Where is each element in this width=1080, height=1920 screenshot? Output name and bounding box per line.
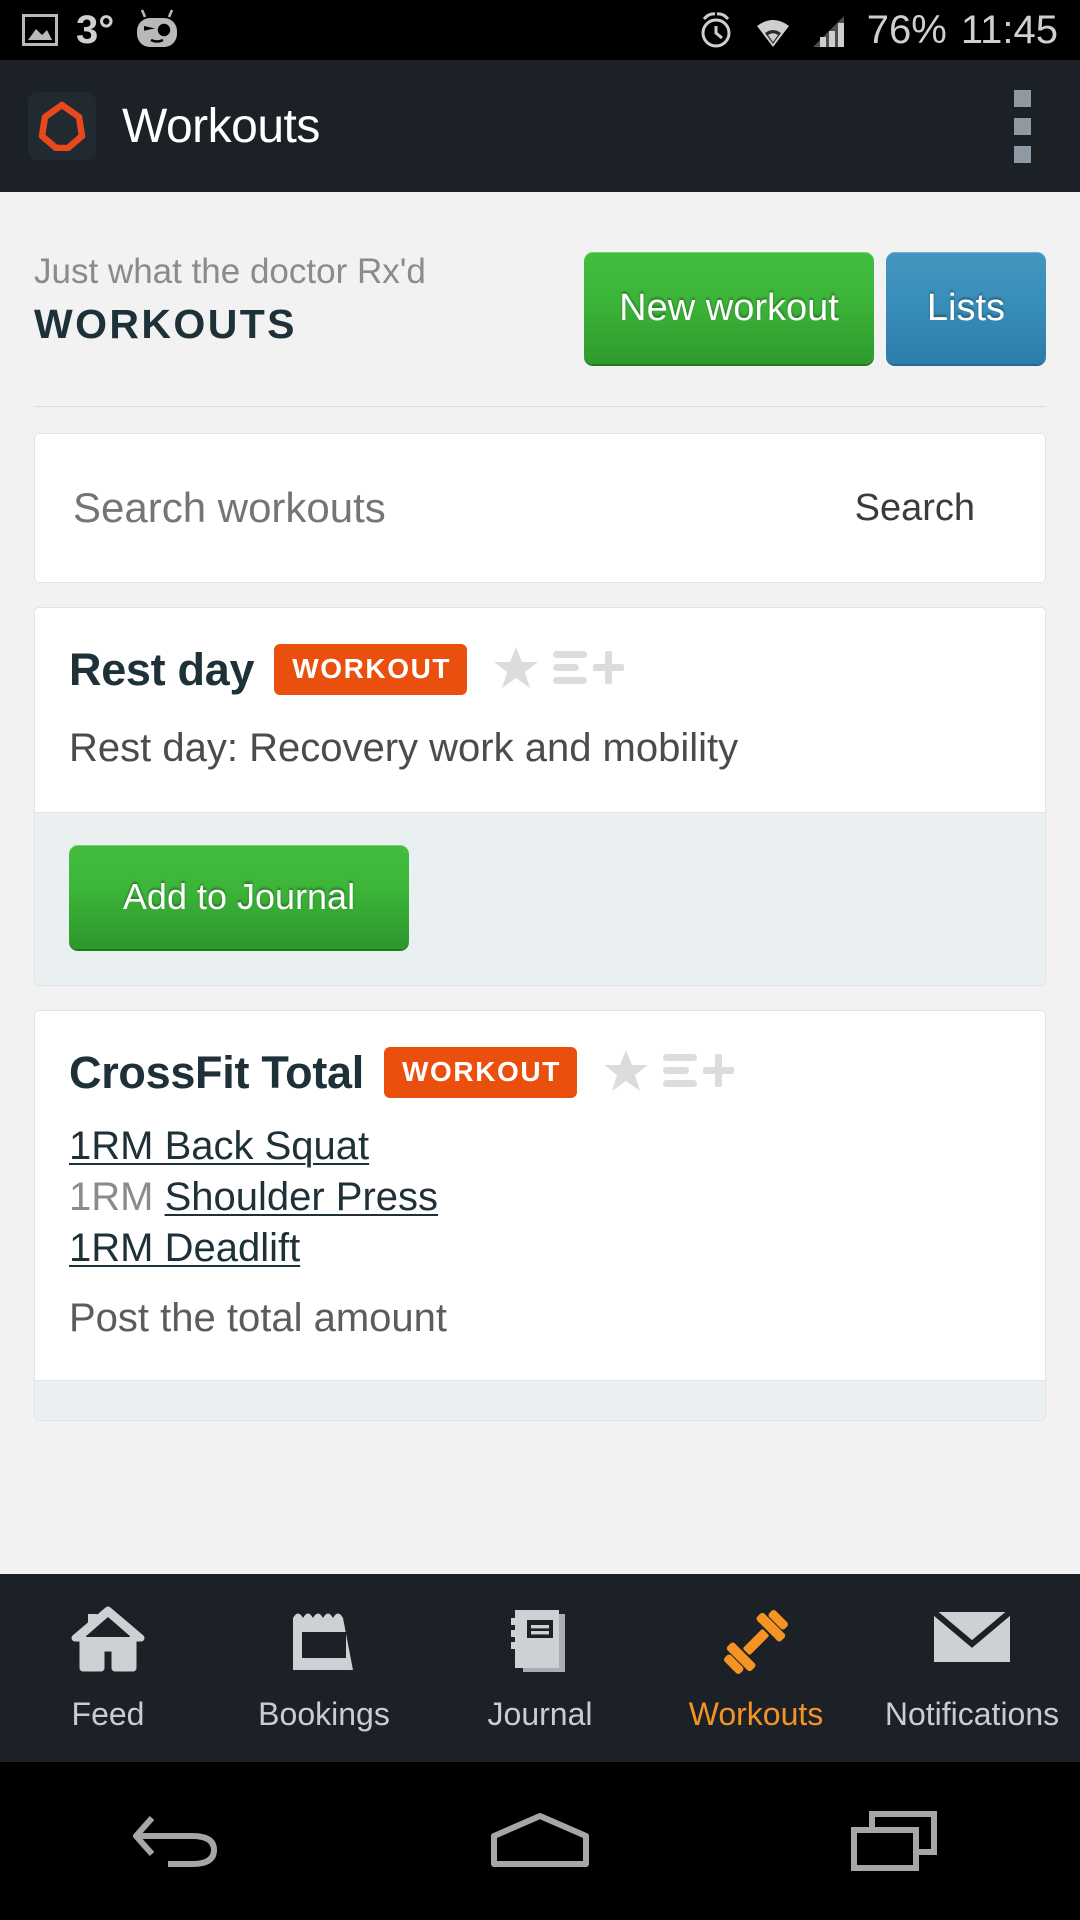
overflow-dot <box>1013 117 1031 135</box>
search-input[interactable] <box>73 484 673 532</box>
cyanogenmod-robot-icon <box>132 9 182 51</box>
list-item: 1RM Back Squat <box>69 1124 1011 1168</box>
tab-notifications[interactable]: Notifications <box>864 1574 1080 1762</box>
playlist-add-icon[interactable] <box>553 646 625 693</box>
workout-title-row: CrossFit Total WORKOUT <box>69 1047 1011 1099</box>
playlist-add-icon[interactable] <box>662 1049 735 1096</box>
tab-label: Workouts <box>688 1696 824 1732</box>
tab-label: Journal <box>487 1696 593 1732</box>
status-badge: WORKOUT <box>383 1047 577 1099</box>
tab-label: Bookings <box>258 1696 390 1732</box>
page-header-text: Just what the doctor Rx'd WORKOUTS <box>34 250 426 347</box>
status-badge: WORKOUT <box>274 644 468 695</box>
app-logo-heptagon-icon[interactable] <box>28 92 96 160</box>
cellular-signal-icon <box>811 10 853 50</box>
tab-label: Feed <box>71 1696 145 1732</box>
workout-card: CrossFit Total WORKOUT 1RM Back Squat 1R… <box>34 1010 1046 1422</box>
workout-card-footer <box>35 1380 1045 1421</box>
image-icon <box>22 14 58 46</box>
tab-workouts[interactable]: Workouts <box>648 1574 864 1762</box>
clock-label: 11:45 <box>960 8 1058 52</box>
battery-percent-label: 76% <box>866 8 947 52</box>
search-submit-button[interactable]: Search <box>855 487 1007 530</box>
workout-description: Rest day: Recovery work and mobility <box>69 726 739 770</box>
workout-title[interactable]: CrossFit Total <box>69 1050 364 1095</box>
status-bar-right: 76% 11:45 <box>697 10 1058 50</box>
overflow-dot <box>1013 89 1031 107</box>
workout-card: Rest day WORKOUT Rest day: Recovery work… <box>34 607 1046 987</box>
status-bar: 3° 76% 11:45 <box>0 0 1080 60</box>
workout-card-body: Rest day WORKOUT Rest day: Recovery work… <box>35 608 1045 812</box>
overflow-menu-icon[interactable] <box>992 81 1052 171</box>
home-icon <box>71 1606 145 1678</box>
page-title: WORKOUTS <box>34 300 297 347</box>
movement-prefix: 1RM <box>69 1175 165 1220</box>
overflow-dot <box>1013 145 1031 163</box>
movement-link[interactable]: Shoulder Press <box>165 1175 438 1219</box>
page-kicker: Just what the doctor Rx'd <box>34 252 426 291</box>
tab-bookings[interactable]: Bookings <box>216 1574 432 1762</box>
header-divider <box>34 406 1046 407</box>
workout-card-actions <box>603 1048 735 1097</box>
workout-card-actions <box>493 645 625 694</box>
calendar-icon <box>288 1606 360 1678</box>
wifi-icon <box>749 10 797 50</box>
bottom-tab-bar: Feed Bookings Journal Workouts Notificat… <box>0 1574 1080 1762</box>
dumbbell-icon <box>718 1606 794 1678</box>
phone-screen: 3° 76% 11:45 Workouts Just what the doct… <box>0 0 1080 1920</box>
workout-movement-list: 1RM Back Squat 1RM Shoulder Press 1RM De… <box>69 1124 1011 1270</box>
recent-apps-icon[interactable] <box>720 1762 1080 1920</box>
main-content: Just what the doctor Rx'd WORKOUTS New w… <box>0 192 1080 1574</box>
workout-card-footer: Add to Journal <box>35 812 1045 986</box>
new-workout-button[interactable]: New workout <box>584 252 874 364</box>
app-title: Workouts <box>122 99 320 153</box>
tab-feed[interactable]: Feed <box>0 1574 216 1762</box>
home-pentagon-icon[interactable] <box>360 1762 720 1920</box>
status-bar-left: 3° <box>22 9 182 51</box>
page-header-row: Just what the doctor Rx'd WORKOUTS New w… <box>0 192 1080 364</box>
workout-title[interactable]: Rest day <box>69 647 254 692</box>
app-header: Workouts <box>0 60 1080 192</box>
add-to-journal-button[interactable]: Add to Journal <box>69 845 409 950</box>
page-header-actions: New workout Lists <box>584 250 1046 364</box>
envelope-icon <box>932 1606 1012 1678</box>
tab-journal[interactable]: Journal <box>432 1574 648 1762</box>
search-card: Search <box>34 433 1046 583</box>
list-item: 1RM Deadlift <box>69 1226 1011 1270</box>
movement-link[interactable]: 1RM Deadlift <box>69 1226 300 1270</box>
workout-note: Post the total amount <box>69 1296 448 1341</box>
workout-title-row: Rest day WORKOUT <box>69 644 1011 695</box>
workout-card-body: CrossFit Total WORKOUT 1RM Back Squat 1R… <box>35 1011 1045 1380</box>
star-icon[interactable] <box>493 645 539 694</box>
temperature-label: 3° <box>76 8 115 52</box>
android-nav-bar <box>0 1762 1080 1920</box>
alarm-clock-icon <box>697 10 735 50</box>
tab-label: Notifications <box>884 1696 1060 1732</box>
list-item: 1RM Shoulder Press <box>69 1175 1011 1219</box>
back-arrow-icon[interactable] <box>0 1762 360 1920</box>
notebook-icon <box>507 1606 573 1678</box>
star-icon[interactable] <box>603 1048 649 1097</box>
lists-button[interactable]: Lists <box>886 252 1046 364</box>
movement-link[interactable]: 1RM Back Squat <box>69 1124 369 1168</box>
